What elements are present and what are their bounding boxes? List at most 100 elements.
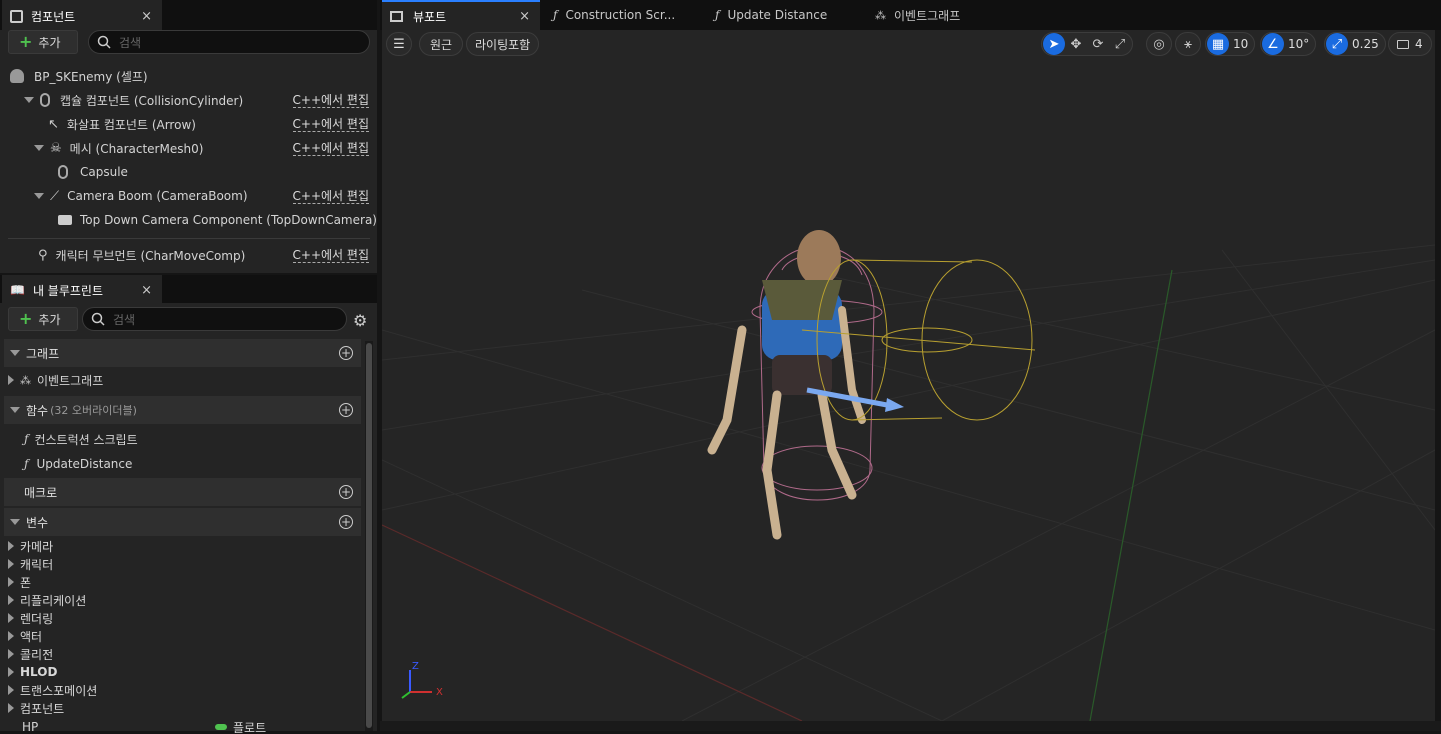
- close-icon[interactable]: ×: [141, 283, 152, 298]
- tab-viewport[interactable]: 뷰포트 ×: [382, 0, 540, 30]
- pawn-icon: [10, 69, 24, 83]
- variable-category[interactable]: 캐릭터: [8, 555, 53, 573]
- tab-construction-script[interactable]: ƒ Construction Scr...: [545, 0, 703, 30]
- camera-speed-button[interactable]: 4: [1388, 32, 1432, 56]
- plus-icon: +: [19, 32, 33, 51]
- tab-my-blueprint[interactable]: 📖 내 블루프린트 ×: [2, 275, 162, 303]
- expand-icon[interactable]: [8, 649, 14, 659]
- angle-icon: ∠: [1262, 33, 1284, 55]
- edit-in-cpp-link[interactable]: C++에서 편집: [292, 248, 369, 263]
- components-panel: + 추가 검색 BP_SKEnemy (셀프) 캡슐 컴포넌트 (Collisio…: [0, 30, 377, 273]
- component-item-mesh[interactable]: ☠ 메시 (CharacterMesh0) C++에서 편집: [34, 136, 377, 160]
- expand-icon[interactable]: [8, 685, 14, 695]
- expand-icon[interactable]: [8, 667, 14, 677]
- rotation-snap-button[interactable]: ∠ 10°: [1260, 32, 1317, 56]
- component-item-arrow[interactable]: ↖ 화살표 컴포넌트 (Arrow) C++에서 편집: [48, 112, 377, 136]
- lighting-mode-button[interactable]: 라이팅포함: [466, 32, 540, 56]
- add-function-icon[interactable]: +: [339, 403, 353, 417]
- rotate-icon[interactable]: ⟳: [1087, 33, 1109, 55]
- collapse-icon[interactable]: [10, 350, 20, 356]
- blueprint-search-input[interactable]: 검색: [82, 307, 347, 331]
- settings-gear-icon[interactable]: ⚙: [353, 311, 367, 330]
- scale-snap-button[interactable]: ⤢ 0.25: [1324, 32, 1386, 56]
- component-root[interactable]: BP_SKEnemy (셀프): [10, 64, 148, 88]
- blueprint-panel: + 추가 검색 ⚙ 그래프 + ⁂ 이벤트그래프 함수 (32 오버라이더블) +…: [0, 303, 377, 734]
- scrollbar-track[interactable]: [365, 341, 373, 731]
- add-component-button[interactable]: + 추가: [8, 30, 78, 54]
- close-icon[interactable]: ×: [141, 9, 152, 24]
- component-item-top-down-camera[interactable]: Top Down Camera Component (TopDownCamera…: [58, 208, 377, 232]
- float-type-icon: [215, 724, 227, 730]
- event-graph-icon: ⁂: [20, 373, 31, 387]
- edit-in-cpp-link[interactable]: C++에서 편집: [292, 141, 369, 156]
- tab-event-graph[interactable]: ⁂ 이벤트그래프: [867, 0, 1025, 30]
- components-search-input[interactable]: 검색: [88, 30, 370, 54]
- collapse-icon[interactable]: [24, 97, 34, 103]
- component-item-char-move[interactable]: ⚲ 캐릭터 무브먼트 (CharMoveComp) C++에서 편집: [38, 243, 377, 267]
- variable-category[interactable]: 콜리전: [8, 645, 53, 663]
- variable-category[interactable]: 리플리케이션: [8, 591, 86, 609]
- coordinate-system-button[interactable]: ◎: [1146, 32, 1172, 56]
- y-axis-line: [1089, 269, 1173, 721]
- collapse-icon[interactable]: [34, 193, 44, 199]
- add-graph-icon[interactable]: +: [339, 346, 353, 360]
- variable-type-float[interactable]: 플로트: [215, 720, 266, 734]
- perspective-button[interactable]: 원근: [419, 32, 464, 56]
- surface-snap-icon: ⚹: [1184, 36, 1192, 52]
- section-variables[interactable]: 변수 +: [4, 508, 361, 536]
- edit-in-cpp-link[interactable]: C++에서 편집: [292, 189, 369, 204]
- expand-icon[interactable]: [8, 595, 14, 605]
- construction-script-item[interactable]: ƒ 컨스트럭션 스크립트: [24, 427, 138, 451]
- scale-icon[interactable]: ⤢: [1109, 33, 1131, 55]
- book-icon: 📖: [10, 283, 25, 297]
- collapse-icon[interactable]: [34, 145, 44, 151]
- variable-category[interactable]: 트랜스포메이션: [8, 681, 97, 699]
- add-variable-icon[interactable]: +: [339, 515, 353, 529]
- expand-icon[interactable]: [8, 541, 14, 551]
- function-icon: ƒ: [553, 8, 558, 22]
- variable-category[interactable]: 컴포넌트: [8, 699, 64, 717]
- edit-in-cpp-link[interactable]: C++에서 편집: [292, 93, 369, 108]
- update-distance-item[interactable]: ƒ UpdateDistance: [24, 452, 132, 476]
- expand-icon[interactable]: [8, 631, 14, 641]
- section-macros[interactable]: 매크로 +: [4, 478, 361, 506]
- collapse-icon[interactable]: [10, 407, 20, 413]
- variable-hp[interactable]: HP: [22, 720, 38, 734]
- scale-snap-icon: ⤢: [1326, 33, 1348, 55]
- search-icon: [97, 35, 111, 49]
- scrollbar-thumb[interactable]: [366, 343, 372, 728]
- section-functions[interactable]: 함수 (32 오버라이더블) +: [4, 396, 361, 424]
- tab-update-distance[interactable]: ƒ Update Distance: [707, 0, 865, 30]
- expand-icon[interactable]: [8, 703, 14, 713]
- add-macro-icon[interactable]: +: [339, 485, 353, 499]
- expand-icon[interactable]: [8, 375, 14, 385]
- search-icon: [91, 312, 105, 326]
- event-graph-item[interactable]: ⁂ 이벤트그래프: [8, 368, 103, 392]
- variable-category[interactable]: 액터: [8, 627, 42, 645]
- edit-in-cpp-link[interactable]: C++에서 편집: [292, 117, 369, 132]
- viewport-menu-button[interactable]: ☰: [386, 32, 412, 56]
- movement-icon: ⚲: [38, 247, 48, 263]
- expand-icon[interactable]: [8, 559, 14, 569]
- grid-snap-button[interactable]: ▦ 10: [1205, 32, 1256, 56]
- variable-category[interactable]: 렌더링: [8, 609, 53, 627]
- surface-snap-button[interactable]: ⚹: [1175, 32, 1201, 56]
- variable-category[interactable]: HLOD: [8, 663, 57, 681]
- component-item-collision-cylinder[interactable]: 캡슐 컴포넌트 (CollisionCylinder) C++에서 편집: [24, 88, 377, 112]
- expand-icon[interactable]: [8, 613, 14, 623]
- viewport[interactable]: X Z: [382, 30, 1435, 721]
- select-cursor-icon[interactable]: ➤: [1043, 33, 1065, 55]
- add-blueprint-item-button[interactable]: + 추가: [8, 307, 78, 331]
- axis-x-label: X: [436, 687, 443, 698]
- components-title: 컴포넌트: [31, 9, 76, 24]
- collapse-icon[interactable]: [10, 519, 20, 525]
- variable-category[interactable]: 폰: [8, 573, 31, 591]
- variable-category[interactable]: 카메라: [8, 537, 53, 555]
- component-item-camera-boom[interactable]: ⟋ Camera Boom (CameraBoom) C++에서 편집: [34, 184, 377, 208]
- expand-icon[interactable]: [8, 577, 14, 587]
- component-item-capsule[interactable]: Capsule: [58, 160, 128, 184]
- tab-components[interactable]: 컴포넌트 ×: [2, 0, 162, 30]
- section-graphs[interactable]: 그래프 +: [4, 339, 361, 367]
- translate-icon[interactable]: ✥: [1065, 33, 1087, 55]
- close-icon[interactable]: ×: [519, 9, 530, 24]
